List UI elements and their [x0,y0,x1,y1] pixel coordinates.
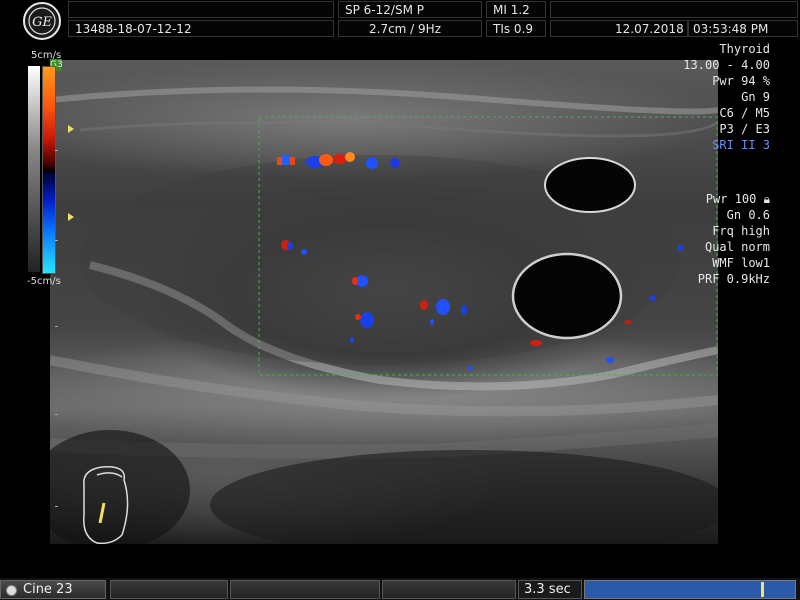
image-params: Thyroid 13.00 - 4.00 Pwr 94 % Gn 9 C6 / … [683,41,770,153]
focus-marker-icon [68,125,74,133]
bottom-segment-3[interactable] [382,580,516,599]
tis-label: TIs 0.9 [486,20,546,37]
ultrasound-image[interactable] [50,60,718,544]
mi-label: MI 1.2 [486,1,546,18]
param-sri: SRI II 3 [712,138,770,152]
color-scale-bar [42,66,56,274]
bottom-segment-1[interactable] [110,580,228,599]
focus-marker-icon [68,213,74,221]
grey-scale-bar [28,66,40,272]
cine-scrollbar[interactable] [584,580,796,599]
time-label: 03:53:48 PM [688,20,798,37]
param-power: Pwr 94 % [712,74,770,88]
param-color-frq: Frq high [712,224,770,238]
cine-seconds: 3.3 sec [518,580,582,599]
cine-label: Cine 23 [23,582,73,597]
color-params: Pwr 100 🔒︎ Gn 0.6 Frq high Qual norm WMF… [698,191,770,287]
depth-tick [55,506,58,507]
param-preset: Thyroid [719,42,770,56]
param-cm: C6 / M5 [719,106,770,120]
ultrasound-svg [50,86,718,544]
cine-indicator-icon [6,585,17,596]
patient-id: 13488-18-07-12-12 [68,20,334,37]
param-color-power: Pwr 100 🔒︎ [705,192,770,206]
depth-tick [55,150,58,151]
param-freq: 13.00 - 4.00 [683,58,770,72]
date-label: 12.07.2018 [550,20,688,37]
depth-tick [55,414,58,415]
param-pe: P3 / E3 [719,122,770,136]
param-color-prf: PRF 0.9kHz [697,272,770,286]
param-color-wmf: WMF low1 [712,256,770,270]
depth-tick [55,240,58,241]
probe-label: SP 6-12/SM P [338,1,482,18]
header-blank-1 [68,1,334,18]
bottom-segment-2[interactable] [230,580,380,599]
param-color-qual: Qual norm [704,240,770,254]
depth-freq-label: 2.7cm / 9Hz [338,20,482,37]
color-scale-bottom-label: -5cm/s [27,276,61,287]
cine-button[interactable]: Cine 23 [0,580,106,599]
logo-text: GE [32,15,52,30]
ge-logo-svg: GE [28,7,56,35]
depth-tick [55,326,58,327]
header-blank-2 [550,1,798,18]
param-color-gain: Gn 0.6 [726,208,770,222]
lock-icon: 🔒︎ [763,192,770,206]
ge-logo-icon: GE [23,2,61,40]
cine-position-handle[interactable] [761,582,764,597]
param-gain: Gn 9 [741,90,770,104]
